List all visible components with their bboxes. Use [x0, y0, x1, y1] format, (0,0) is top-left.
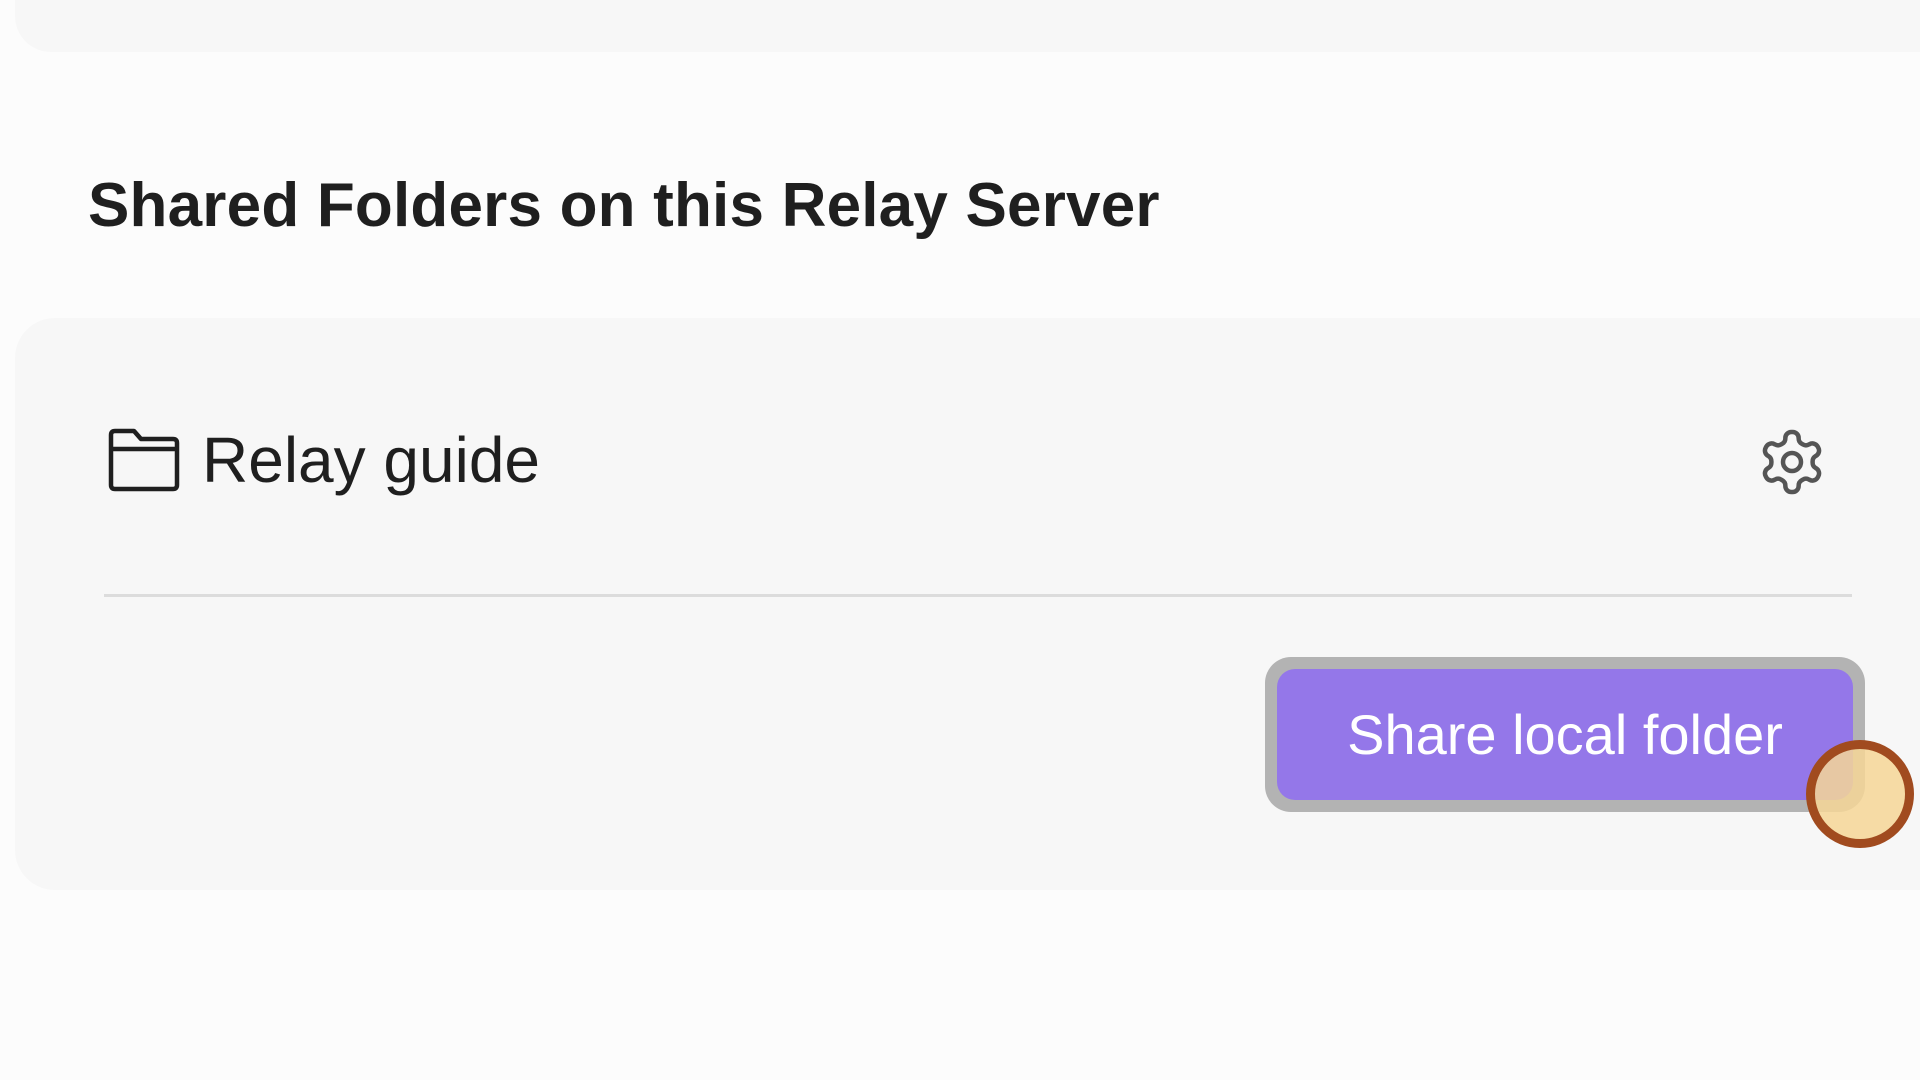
folder-icon [106, 427, 182, 493]
folder-settings-button[interactable] [1753, 425, 1831, 503]
share-local-folder-button[interactable]: Share local folder [1277, 669, 1853, 800]
cursor-click-indicator [1806, 740, 1914, 848]
section-heading: Shared Folders on this Relay Server [88, 171, 1160, 240]
folder-row[interactable]: Relay guide [106, 420, 540, 500]
divider [104, 594, 1852, 597]
previous-settings-card [15, 0, 1920, 52]
folder-name[interactable]: Relay guide [202, 423, 540, 497]
settings-page: Shared Folders on this Relay Server Rela… [0, 0, 1920, 1080]
gear-icon [1756, 426, 1828, 503]
